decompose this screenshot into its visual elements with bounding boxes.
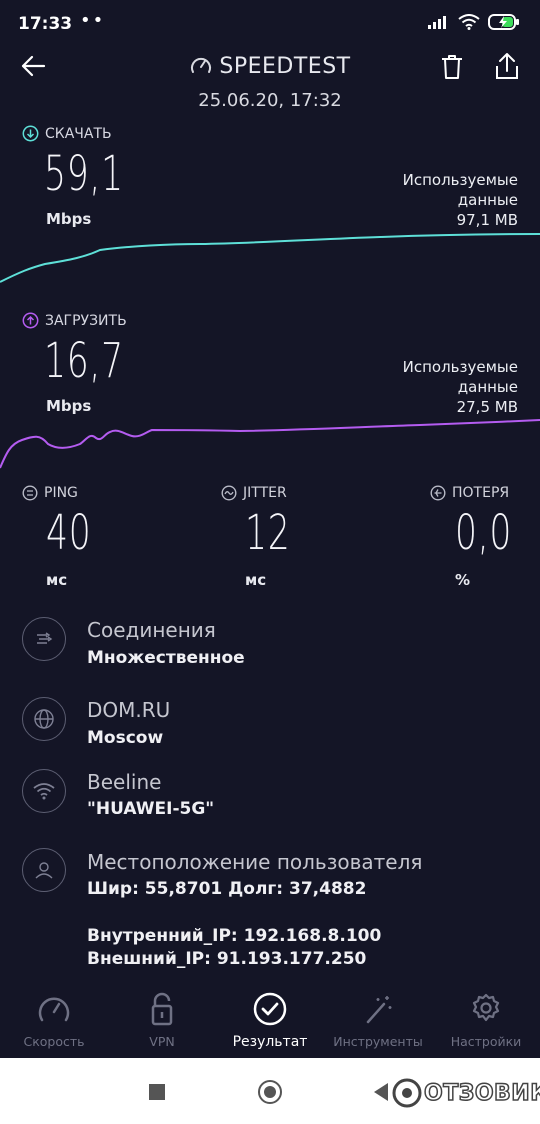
upload-label: ЗАГРУЗИТЬ bbox=[22, 312, 127, 329]
tab-vpn[interactable]: VPN bbox=[108, 982, 216, 1049]
tab-settings-label: Настройки bbox=[450, 1034, 522, 1049]
upload-icon bbox=[22, 312, 39, 329]
globe-icon bbox=[34, 709, 54, 729]
download-used-label-1: Используемые bbox=[402, 171, 518, 189]
upload-used-label-1: Используемые bbox=[402, 358, 518, 376]
wifi-network-icon bbox=[33, 783, 55, 800]
network-ssid: "HUAWEI-5G" bbox=[87, 799, 215, 819]
status-icons bbox=[428, 14, 520, 30]
upload-value: 16,7 bbox=[44, 333, 124, 389]
network-title: Beeline bbox=[87, 770, 162, 794]
ping-label-text: PING bbox=[44, 485, 78, 501]
tab-results-label: Результат bbox=[232, 1034, 308, 1050]
loss-icon bbox=[430, 485, 446, 501]
trash-icon bbox=[442, 55, 462, 79]
jitter-label-text: JITTER bbox=[243, 485, 287, 501]
provider-icon-circle bbox=[22, 697, 66, 741]
system-nav-bar: ОТЗОВИК bbox=[0, 1058, 540, 1124]
notification-dots: •• bbox=[80, 10, 106, 31]
tab-vpn-label: VPN bbox=[149, 1034, 175, 1049]
magic-wand-icon bbox=[366, 996, 392, 1024]
loss-unit: % bbox=[455, 571, 471, 589]
watermark-text: ОТЗОВИК bbox=[423, 1080, 540, 1107]
ping-icon bbox=[22, 485, 38, 501]
lock-icon bbox=[151, 992, 173, 1026]
back-triangle-icon[interactable] bbox=[372, 1082, 390, 1102]
connections-title: Соединения bbox=[87, 618, 216, 642]
connections-icon-circle bbox=[22, 617, 66, 661]
share-icon bbox=[496, 53, 518, 79]
tab-settings[interactable]: Настройки bbox=[432, 982, 540, 1049]
download-data-used: Используемые данные 97,1 MB bbox=[403, 170, 518, 230]
connections-icon bbox=[37, 632, 53, 644]
speedometer-tab-icon bbox=[38, 997, 70, 1022]
tab-speed-label: Скорость bbox=[23, 1034, 85, 1049]
loss-label: ПОТЕРЯ bbox=[430, 485, 509, 501]
network-icon-circle bbox=[22, 769, 66, 813]
watermark-o-icon bbox=[392, 1078, 422, 1108]
jitter-label: JITTER bbox=[221, 485, 287, 501]
upload-label-text: ЗАГРУЗИТЬ bbox=[45, 312, 127, 329]
wifi-icon bbox=[458, 14, 480, 30]
download-label: СКАЧАТЬ bbox=[22, 125, 112, 142]
watermark-logo: ОТЗОВИК bbox=[392, 1078, 540, 1108]
tab-tools-label: Инструменты bbox=[333, 1034, 423, 1049]
speedometer-icon bbox=[191, 57, 212, 73]
tab-results[interactable]: Результат bbox=[216, 982, 324, 1050]
tab-tools[interactable]: Инструменты bbox=[324, 982, 432, 1049]
delete-button[interactable] bbox=[440, 54, 464, 84]
upload-data-used: Используемые данные 27,5 MB bbox=[403, 357, 518, 417]
internal-ip: Внутренний_IP: 192.168.8.100 bbox=[87, 926, 382, 946]
battery-icon bbox=[488, 14, 519, 30]
user-icon bbox=[35, 862, 53, 879]
bottom-tab-bar: Скорость VPN Результат Инструменты Настр… bbox=[0, 982, 540, 1058]
provider-title: DOM.RU bbox=[87, 698, 171, 722]
ping-unit: мс bbox=[46, 571, 68, 589]
signal-icon bbox=[428, 16, 446, 29]
ping-label: PING bbox=[22, 485, 78, 501]
download-icon bbox=[22, 125, 39, 142]
home-button[interactable] bbox=[258, 1080, 282, 1104]
recent-apps-button[interactable] bbox=[149, 1084, 165, 1100]
share-button[interactable] bbox=[494, 52, 520, 84]
location-icon-circle bbox=[22, 848, 66, 892]
status-time: 17:33 bbox=[18, 14, 73, 34]
check-circle-icon bbox=[253, 992, 287, 1026]
loss-value: 0,0 bbox=[455, 505, 513, 561]
ping-value: 40 bbox=[46, 505, 92, 561]
location-coordinates: Шир: 55,8701 Долг: 37,4882 bbox=[87, 879, 367, 899]
loss-label-text: ПОТЕРЯ bbox=[452, 485, 510, 501]
jitter-icon bbox=[221, 485, 237, 501]
download-used-label-2: данные bbox=[457, 191, 518, 209]
download-value: 59,1 bbox=[44, 146, 124, 202]
connections-value: Множественное bbox=[87, 648, 245, 668]
upload-graph bbox=[0, 419, 540, 469]
jitter-value: 12 bbox=[245, 505, 291, 561]
tab-speed[interactable]: Скорость bbox=[0, 982, 108, 1049]
provider-location: Moscow bbox=[87, 728, 164, 748]
upload-used-label-2: данные bbox=[457, 378, 518, 396]
external-ip: Внешний_IP: 91.193.177.250 bbox=[87, 949, 367, 969]
location-title: Местоположение пользователя bbox=[87, 850, 423, 874]
test-datetime: 25.06.20, 17:32 bbox=[198, 90, 342, 111]
download-graph bbox=[0, 233, 540, 283]
gear-icon bbox=[472, 993, 500, 1022]
page-title-text: SPEEDTEST bbox=[219, 54, 351, 79]
download-label-text: СКАЧАТЬ bbox=[45, 125, 112, 142]
home-dot bbox=[264, 1086, 276, 1098]
jitter-unit: мс bbox=[245, 571, 267, 589]
